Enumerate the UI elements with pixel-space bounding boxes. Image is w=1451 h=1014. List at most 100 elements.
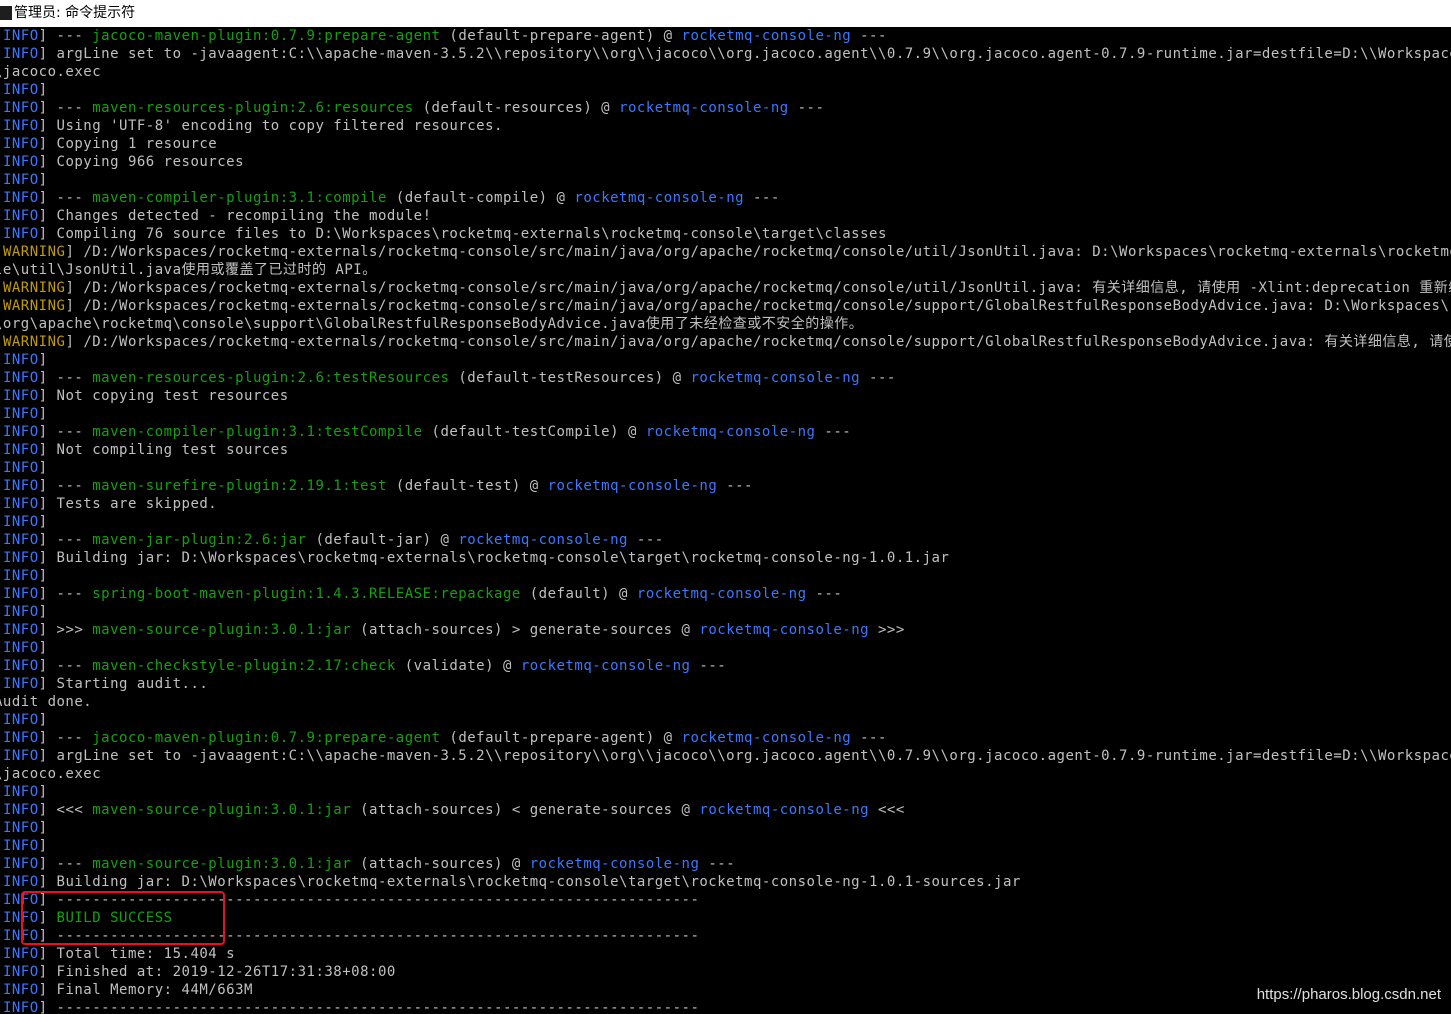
bracket: ]	[38, 856, 57, 872]
console-line: [INFO]	[0, 837, 57, 855]
console-line: [INFO]	[0, 171, 57, 189]
bracket: ]	[65, 298, 84, 314]
bracket: ]	[38, 442, 57, 458]
console-line: [INFO] --- maven-resources-plugin:2.6:te…	[0, 369, 896, 387]
console-line: [WARNING] /D:/Workspaces/rocketmq-extern…	[0, 333, 1451, 351]
log-level: INFO	[2, 910, 39, 926]
log-text: Final Memory: 44M/663M	[56, 982, 253, 998]
bracket: ]	[38, 658, 57, 674]
log-level: INFO	[2, 676, 39, 692]
bracket: ]	[38, 118, 57, 134]
project-name: rocketmq-console-ng	[636, 586, 807, 602]
bracket: ]	[38, 874, 57, 890]
log-text: \jacoco.exec	[0, 64, 102, 80]
log-text: \org\apache\rocketmq\console\support\Glo…	[0, 316, 864, 332]
console-output[interactable]: [INFO] --- jacoco-maven-plugin:0.7.9:pre…	[0, 27, 1451, 1014]
plugin-name: maven-compiler-plugin:3.1:testCompile	[92, 424, 423, 440]
log-level: INFO	[2, 856, 39, 872]
log-text: Not copying test resources	[56, 388, 289, 404]
bracket: ]	[38, 406, 57, 422]
log-text: Tests are skipped.	[56, 496, 218, 512]
log-level: INFO	[2, 100, 39, 116]
project-name: rocketmq-console-ng	[458, 532, 628, 548]
log-text: Finished at: 2019-12-26T17:31:38+08:00	[56, 964, 396, 980]
log-text: argLine set to -javaagent:C:\\apache-mav…	[56, 46, 1451, 62]
log-text: /D:/Workspaces/rocketmq-externals/rocket…	[83, 298, 1451, 314]
console-line: [INFO] Finished at: 2019-12-26T17:31:38+…	[0, 963, 396, 981]
log-level: INFO	[2, 730, 39, 746]
console-line: [INFO] Building jar: D:\Workspaces\rocke…	[0, 873, 1021, 891]
bracket: ]	[38, 604, 57, 620]
bracket: ]	[38, 460, 57, 476]
log-level: INFO	[2, 514, 39, 530]
log-text: ---	[56, 730, 93, 746]
console-line: le\util\JsonUtil.java使用或覆盖了已过时的 API。	[0, 261, 377, 279]
bracket: ]	[38, 46, 57, 62]
console-line: [INFO] --- maven-compiler-plugin:3.1:com…	[0, 189, 780, 207]
log-level: INFO	[2, 478, 39, 494]
log-text: ---	[860, 370, 896, 386]
bracket: ]	[38, 982, 57, 998]
bracket: ]	[38, 1000, 57, 1014]
log-text: ---	[56, 856, 93, 872]
plugin-name: maven-resources-plugin:2.6:testResources	[92, 370, 450, 386]
console-line: [INFO]	[0, 513, 57, 531]
console-line: [INFO] --- maven-checkstyle-plugin:2.17:…	[0, 657, 726, 675]
console-line: [INFO] Using 'UTF-8' encoding to copy fi…	[0, 117, 503, 135]
log-level: INFO	[2, 442, 39, 458]
console-line: [INFO]	[0, 819, 57, 837]
bracket: ]	[38, 82, 57, 98]
log-level: INFO	[2, 406, 39, 422]
log-text: ---	[56, 658, 93, 674]
log-level: INFO	[2, 568, 39, 584]
console-line: \jacoco.exec	[0, 765, 101, 783]
bracket: ]	[38, 712, 57, 728]
log-text: Copying 1 resource	[56, 136, 218, 152]
title-bar[interactable]: 管理员: 命令提示符	[0, 0, 1451, 27]
console-line: \org\apache\rocketmq\console\support\Glo…	[0, 315, 863, 333]
log-text: (default-prepare-agent) @	[440, 28, 682, 44]
bracket: ]	[38, 226, 57, 242]
log-level: INFO	[2, 712, 39, 728]
bracket: ]	[38, 568, 57, 584]
bracket: ]	[38, 478, 57, 494]
log-level: INFO	[2, 172, 39, 188]
plugin-name: maven-jar-plugin:2.6:jar	[92, 532, 307, 548]
log-text: Building jar: D:\Workspaces\rocketmq-ext…	[56, 874, 1021, 890]
log-level: WARNING	[2, 334, 66, 350]
log-level: INFO	[2, 28, 39, 44]
console-line: [INFO]	[0, 351, 57, 369]
log-level: INFO	[2, 154, 39, 170]
log-level: INFO	[2, 136, 39, 152]
bracket: ]	[38, 748, 57, 764]
bracket: ]	[38, 784, 57, 800]
plugin-name: maven-resources-plugin:2.6:resources	[92, 100, 414, 116]
log-level: INFO	[2, 118, 39, 134]
plugin-name: maven-surefire-plugin:2.19.1:test	[92, 478, 387, 494]
log-text: ---	[815, 424, 852, 440]
log-text: ---	[806, 586, 843, 602]
console-line: [INFO] Compiling 76 source files to D:\W…	[0, 225, 887, 243]
console-line: [INFO] --- maven-resources-plugin:2.6:re…	[0, 99, 824, 117]
log-text: (default-testResources) @	[449, 370, 691, 386]
log-text: ---	[56, 28, 93, 44]
log-text: ---	[56, 190, 93, 206]
log-text: ---	[717, 478, 753, 494]
console-line: [INFO] BUILD SUCCESS	[0, 909, 173, 927]
log-level: INFO	[2, 208, 39, 224]
bracket: ]	[38, 496, 57, 512]
log-text: Using 'UTF-8' encoding to copy filtered …	[56, 118, 503, 134]
project-name: rocketmq-console-ng	[645, 424, 816, 440]
log-text: (default-prepare-agent) @	[440, 730, 682, 746]
project-name: rocketmq-console-ng	[547, 478, 718, 494]
console-line: Audit done.	[0, 693, 92, 711]
log-level: INFO	[2, 874, 39, 890]
log-text: Building jar: D:\Workspaces\rocketmq-ext…	[56, 550, 950, 566]
log-text: ----------------------------------------…	[56, 928, 700, 944]
log-text: ---	[851, 730, 887, 746]
log-text: ---	[56, 370, 93, 386]
bracket: ]	[38, 514, 57, 530]
window-title: 管理员: 命令提示符	[14, 5, 136, 21]
plugin-name: maven-source-plugin:3.0.1:jar	[92, 802, 352, 818]
console-line: [INFO] >>> maven-source-plugin:3.0.1:jar…	[0, 621, 905, 639]
